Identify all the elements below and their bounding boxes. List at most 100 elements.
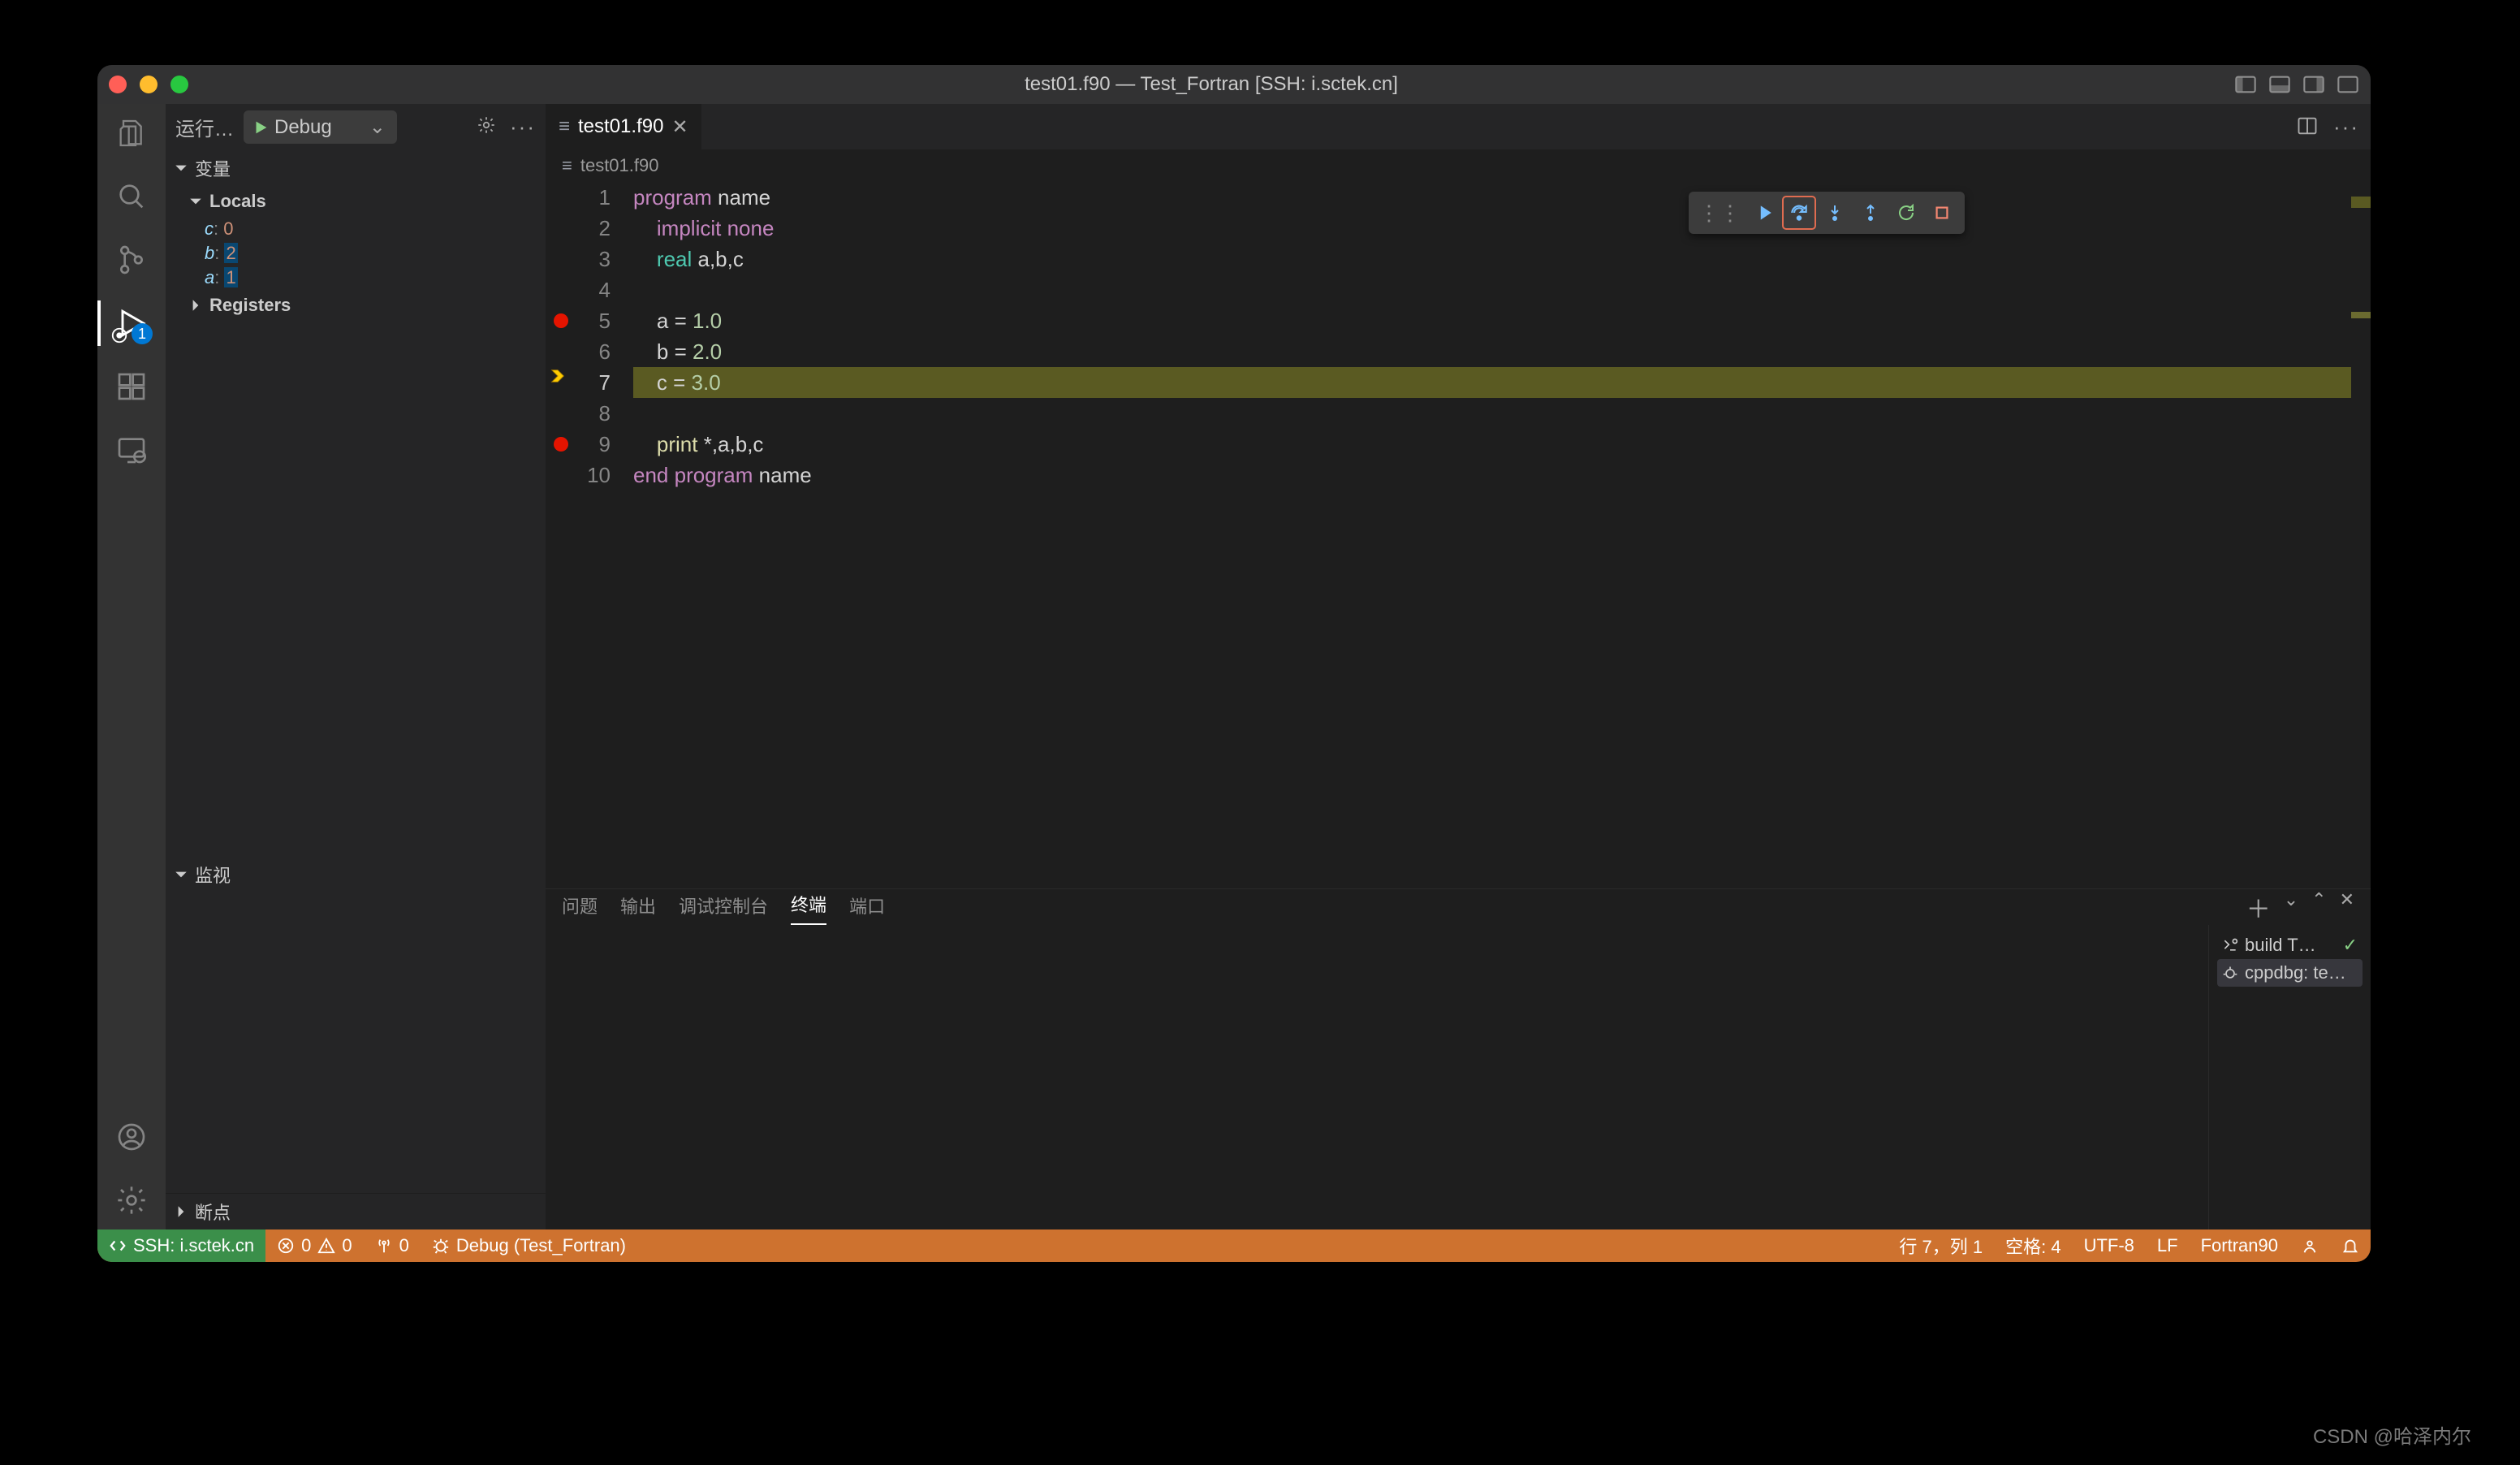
remote-indicator[interactable]: SSH: i.sctek.cn — [97, 1229, 265, 1262]
watermark: CSDN @哈泽内尔 — [2313, 1420, 2471, 1449]
panel: 问题 输出 调试控制台 终端 端口 ＋ ⌄ ⌃ ✕ — [546, 888, 2371, 1229]
code-editor[interactable]: ⋮⋮ 12345678910 program name implicit non… — [546, 182, 2371, 888]
tab-filename: test01.f90 — [578, 115, 663, 138]
terminal-view[interactable] — [546, 925, 2208, 1229]
tab-debug-console[interactable]: 调试控制台 — [679, 892, 768, 925]
line-number[interactable]: 8 — [546, 398, 611, 429]
remote-icon — [109, 1237, 127, 1255]
gear-icon[interactable] — [476, 115, 497, 136]
customize-layout-icon[interactable] — [2337, 73, 2359, 96]
chevron-down-icon: ⌄ — [369, 115, 386, 139]
tab-ports[interactable]: 端口 — [849, 892, 885, 925]
eol-status[interactable]: LF — [2146, 1235, 2190, 1256]
window-title: test01.f90 — Test_Fortran [SSH: i.sctek.… — [1025, 73, 1398, 96]
line-number[interactable]: 10 — [546, 460, 611, 490]
toggle-secondary-sidebar-icon[interactable] — [2302, 73, 2325, 96]
run-debug-icon[interactable]: 1 — [114, 305, 149, 341]
local-variable[interactable]: a: 1 — [166, 266, 546, 290]
code-line[interactable]: print *,a,b,c — [633, 429, 2371, 460]
chevron-right-icon — [188, 298, 203, 313]
line-number[interactable]: 4 — [546, 274, 611, 305]
activity-bar: 1 — [97, 104, 166, 1229]
debug-config-dropdown[interactable]: Debug ⌄ — [244, 110, 397, 144]
code-line[interactable]: end program name — [633, 460, 2371, 490]
local-variable[interactable]: b: 2 — [166, 241, 546, 266]
code-line[interactable]: c = 3.0 — [633, 367, 2371, 398]
editor-group: ≡ test01.f90 ✕ ··· ≡ test01.f90 — [546, 104, 2371, 1229]
code-line[interactable] — [633, 398, 2371, 429]
overview-ruler[interactable] — [2351, 182, 2371, 888]
debug-sidebar: 运行… Debug ⌄ ··· 变量 — [166, 104, 546, 1229]
chevron-down-icon — [174, 867, 188, 882]
code-line[interactable]: real a,b,c — [633, 244, 2371, 274]
close-tab-icon[interactable]: ✕ — [671, 115, 688, 139]
breadcrumb[interactable]: ≡ test01.f90 — [546, 149, 2371, 182]
accounts-icon[interactable] — [114, 1119, 149, 1155]
vscode-window: test01.f90 — Test_Fortran [SSH: i.sctek.… — [97, 65, 2371, 1262]
terminal-list-item[interactable]: cppdbg: te… — [2217, 959, 2362, 987]
toggle-primary-sidebar-icon[interactable] — [2234, 73, 2257, 96]
toggle-panel-icon[interactable] — [2268, 73, 2291, 96]
terminal-dropdown-icon[interactable]: ⌄ — [2284, 889, 2298, 925]
close-panel-icon[interactable]: ✕ — [2340, 889, 2354, 925]
new-terminal-icon[interactable]: ＋ — [2246, 889, 2271, 925]
code-line[interactable] — [633, 274, 2371, 305]
close-window-button[interactable] — [109, 76, 127, 93]
remote-explorer-icon[interactable] — [114, 432, 149, 468]
tab-output[interactable]: 输出 — [620, 892, 656, 925]
line-number[interactable]: 2 — [546, 213, 611, 244]
split-editor-icon[interactable] — [2296, 115, 2319, 137]
radio-tower-icon — [375, 1237, 393, 1255]
panel-tabs: 问题 输出 调试控制台 终端 端口 ＋ ⌄ ⌃ ✕ — [546, 889, 2371, 925]
notifications-icon[interactable] — [2330, 1237, 2371, 1255]
more-icon[interactable]: ··· — [510, 115, 536, 140]
file-icon: ≡ — [559, 115, 570, 138]
breakpoints-section[interactable]: 断点 — [166, 1194, 546, 1229]
indentation-status[interactable]: 空格: 4 — [1994, 1233, 2072, 1259]
language-mode[interactable]: Fortran90 — [2190, 1235, 2289, 1256]
code-line[interactable]: implicit none — [633, 213, 2371, 244]
code-line[interactable]: program name — [633, 182, 2371, 213]
local-variable[interactable]: c: 0 — [166, 217, 546, 241]
explorer-icon[interactable] — [114, 115, 149, 151]
line-number[interactable]: 7 — [546, 367, 611, 398]
tab-bar: ≡ test01.f90 ✕ ··· — [546, 104, 2371, 149]
minimize-window-button[interactable] — [140, 76, 158, 93]
tab-terminal[interactable]: 终端 — [791, 891, 826, 925]
terminal-list: build T…✓cppdbg: te… — [2208, 925, 2371, 1229]
chevron-down-icon — [188, 194, 203, 209]
line-number[interactable]: 1 — [546, 182, 611, 213]
status-bar: SSH: i.sctek.cn 0 0 0 Debug (Test_Fortra… — [97, 1229, 2371, 1262]
encoding-status[interactable]: UTF-8 — [2073, 1235, 2146, 1256]
debug-status[interactable]: Debug (Test_Fortran) — [421, 1235, 637, 1256]
run-label: 运行… — [175, 113, 234, 141]
cursor-position[interactable]: 行 7，列 1 — [1888, 1233, 1994, 1259]
maximize-window-button[interactable] — [170, 76, 188, 93]
registers-section[interactable]: Registers — [166, 290, 546, 321]
code-line[interactable]: a = 1.0 — [633, 305, 2371, 336]
source-control-icon[interactable] — [114, 242, 149, 278]
chevron-right-icon — [174, 1204, 188, 1219]
extensions-icon[interactable] — [114, 369, 149, 404]
code-line[interactable]: b = 2.0 — [633, 336, 2371, 367]
debug-icon — [432, 1237, 450, 1255]
tab-problems[interactable]: 问题 — [562, 892, 598, 925]
watch-section[interactable]: 监视 — [166, 857, 546, 892]
line-number[interactable]: 9 — [546, 429, 611, 460]
more-actions-icon[interactable]: ··· — [2333, 115, 2359, 140]
editor-tab[interactable]: ≡ test01.f90 ✕ — [546, 104, 701, 149]
line-number[interactable]: 5 — [546, 305, 611, 336]
locals-section[interactable]: Locals — [166, 186, 546, 217]
settings-gear-icon[interactable] — [114, 1182, 149, 1218]
terminal-list-item[interactable]: build T…✓ — [2217, 931, 2362, 959]
search-icon[interactable] — [114, 179, 149, 214]
problems-status[interactable]: 0 0 — [265, 1235, 364, 1256]
variables-section[interactable]: 变量 — [166, 150, 546, 186]
line-number[interactable]: 6 — [546, 336, 611, 367]
maximize-panel-icon[interactable]: ⌃ — [2311, 889, 2326, 925]
line-number[interactable]: 3 — [546, 244, 611, 274]
feedback-icon[interactable] — [2289, 1237, 2330, 1255]
error-icon — [277, 1237, 295, 1255]
ports-status[interactable]: 0 — [364, 1235, 421, 1256]
play-icon — [252, 119, 270, 136]
